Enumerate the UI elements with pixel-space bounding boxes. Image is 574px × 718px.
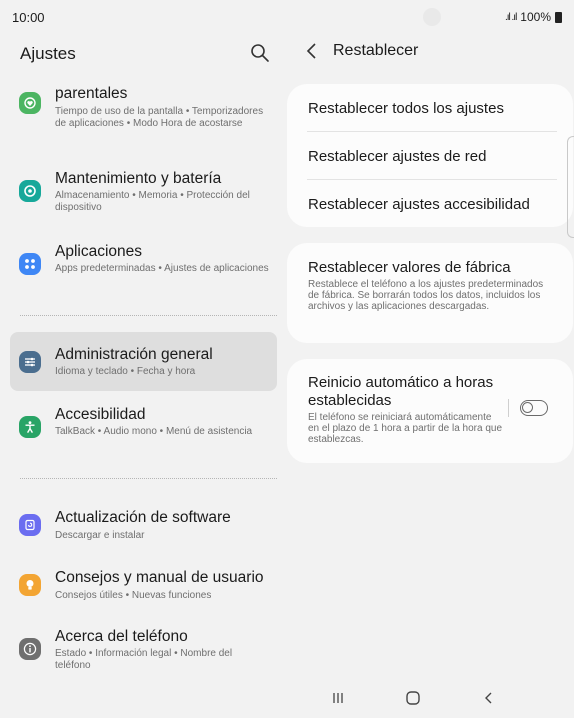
- accessibility-icon: [19, 416, 41, 438]
- item-subtitle: Consejos útiles • Nuevas funciones: [55, 590, 212, 601]
- battery-icon: [555, 11, 562, 23]
- item-subtitle: Estado • Información legal • Nombre del …: [55, 648, 233, 671]
- section-divider: [20, 315, 277, 316]
- recents-button[interactable]: [328, 688, 348, 708]
- section-divider: [20, 478, 277, 479]
- page-title: Restablecer: [333, 42, 419, 59]
- reset-network-settings[interactable]: Restablecer ajustes de red: [308, 148, 486, 165]
- settings-item-about-phone[interactable]: Acerca del teléfono Estado • Información…: [10, 624, 277, 680]
- chevron-left-icon: [306, 43, 316, 59]
- home-icon: [406, 691, 420, 705]
- auto-restart-description: El teléfono se reiniciará automáticament…: [308, 412, 503, 445]
- item-title: Aplicaciones: [55, 243, 143, 260]
- battery-percent: 100%: [520, 10, 551, 24]
- search-button[interactable]: [249, 42, 271, 64]
- settings-item-tips[interactable]: Consejos y manual de usuario Consejos út…: [10, 564, 277, 610]
- settings-title: Ajustes: [20, 44, 76, 63]
- lightbulb-icon: [19, 574, 41, 596]
- back-icon: [485, 692, 492, 704]
- apps-icon: [19, 253, 41, 275]
- item-title: Accesibilidad: [55, 406, 146, 423]
- item-title: Administración general: [55, 346, 213, 363]
- sliders-icon: [19, 351, 41, 373]
- search-icon: [251, 44, 269, 62]
- item-subtitle: Almacenamiento • Memoria • Protección de…: [55, 190, 250, 213]
- back-nav-button[interactable]: [479, 688, 499, 708]
- factory-reset-title: Restablecer valores de fábrica: [308, 259, 511, 276]
- auto-restart-card[interactable]: Reinicio automático a horas establecidas…: [287, 359, 573, 463]
- update-icon: [19, 514, 41, 536]
- factory-reset-card[interactable]: Restablecer valores de fábrica Restablec…: [287, 243, 573, 343]
- settings-item-general-management[interactable]: Administración general Idioma y teclado …: [10, 332, 277, 391]
- toggle-divider: [508, 399, 509, 417]
- divider: [307, 131, 557, 132]
- settings-list[interactable]: parentales Tiempo de uso de la pantalla …: [10, 72, 277, 686]
- item-subtitle: Tiempo de uso de la pantalla • Temporiza…: [55, 106, 264, 129]
- heart-icon: [19, 92, 41, 114]
- item-title: Mantenimiento y batería: [55, 170, 222, 187]
- settings-item-maintenance[interactable]: Mantenimiento y batería Almacenamiento •…: [10, 168, 277, 224]
- status-indicators: .ıl .ıl 100%: [505, 10, 562, 24]
- settings-item-parental[interactable]: parentales Tiempo de uso de la pantalla …: [10, 72, 277, 150]
- info-icon: [19, 638, 41, 660]
- status-bar: 10:00 .ıl .ıl 100%: [0, 0, 574, 34]
- maintenance-icon: [19, 180, 41, 202]
- settings-item-software-update[interactable]: Actualización de software Descargar e in…: [10, 504, 277, 550]
- signal-icon: .ıl .ıl: [504, 11, 517, 23]
- item-title: parentales: [55, 85, 128, 102]
- auto-restart-title: Reinicio automático a horas establecidas: [308, 374, 494, 409]
- reset-options-card: Restablecer todos los ajustes Restablece…: [287, 84, 573, 227]
- divider: [307, 179, 557, 180]
- status-time: 10:00: [12, 10, 45, 25]
- item-title: Actualización de software: [55, 509, 231, 526]
- camera-cutout: [423, 8, 441, 26]
- reset-accessibility-settings[interactable]: Restablecer ajustes accesibilidad: [308, 196, 530, 213]
- item-subtitle: TalkBack • Audio mono • Menú de asistenc…: [55, 426, 253, 437]
- factory-reset-description: Restablece el teléfono a los ajustes pre…: [308, 279, 544, 312]
- item-title: Acerca del teléfono: [55, 628, 188, 645]
- reset-all-settings[interactable]: Restablecer todos los ajustes: [308, 100, 504, 117]
- back-button[interactable]: [305, 42, 319, 60]
- navigation-bar: [287, 680, 574, 718]
- settings-item-accessibility[interactable]: Accesibilidad TalkBack • Audio mono • Me…: [10, 402, 277, 458]
- home-button[interactable]: [403, 688, 423, 708]
- recents-icon: [333, 693, 343, 703]
- auto-restart-toggle[interactable]: [520, 400, 548, 416]
- reset-header: Restablecer: [305, 42, 418, 60]
- scroll-handle[interactable]: [567, 136, 574, 238]
- item-subtitle: Apps predeterminadas • Ajustes de aplica…: [55, 263, 269, 274]
- item-subtitle: Idioma y teclado • Fecha y hora: [55, 366, 196, 377]
- settings-item-apps[interactable]: Aplicaciones Apps predeterminadas • Ajus…: [10, 240, 277, 296]
- item-subtitle: Descargar e instalar: [55, 530, 145, 541]
- toggle-knob: [522, 402, 533, 413]
- item-title: Consejos y manual de usuario: [55, 569, 264, 586]
